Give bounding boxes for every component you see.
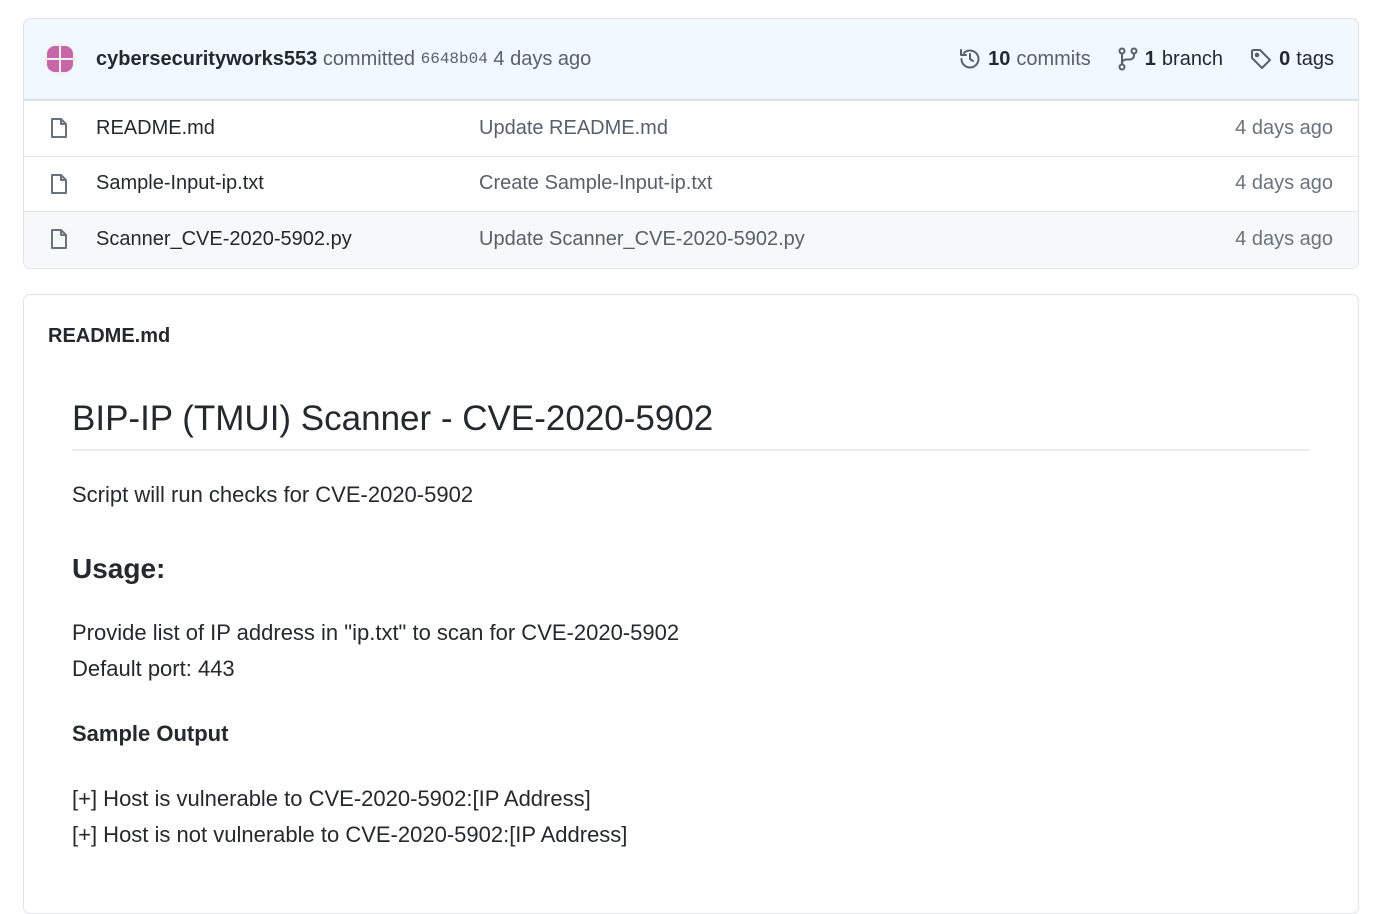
commits-label: commits [1016, 47, 1091, 70]
readme-panel: README.md BIP-IP (TMUI) Scanner - CVE-20… [23, 294, 1359, 914]
readme-filename[interactable]: README.md [48, 325, 170, 348]
file-name-link[interactable]: Sample-Input-ip.txt [96, 172, 479, 195]
file-commit-message-link[interactable]: Update README.md [479, 117, 1235, 140]
latest-commit-bar: cybersecurityworks553 committed 6648b04 … [24, 19, 1358, 100]
git-branch-icon [1118, 47, 1138, 71]
sample-output-section: [+] Host is vulnerable to CVE-2020-5902:… [72, 781, 1310, 853]
usage-line: Provide list of IP address in "ip.txt" t… [72, 620, 680, 645]
author-avatar[interactable] [44, 43, 76, 75]
commits-link[interactable]: 10 commits [958, 47, 1091, 71]
branches-link[interactable]: 1 branch [1117, 47, 1223, 71]
file-age: 4 days ago [1235, 227, 1333, 250]
commit-action-text: committed [322, 47, 416, 70]
tags-label: tags [1296, 47, 1334, 70]
commit-author-link[interactable]: cybersecurityworks553 [96, 48, 317, 71]
file-browser: cybersecurityworks553 committed 6648b04 … [23, 18, 1359, 269]
avatar-block [47, 46, 59, 58]
branches-label: branch [1161, 47, 1224, 70]
readme-intro: Script will run checks for CVE-2020-5902 [72, 482, 474, 507]
usage-heading: Usage: [72, 553, 166, 584]
tags-link[interactable]: 0 tags [1249, 47, 1334, 71]
file-age: 4 days ago [1235, 172, 1333, 195]
file-icon [50, 228, 70, 250]
avatar-block [61, 46, 73, 58]
branches-count: 1 [1144, 47, 1156, 70]
file-age: 4 days ago [1235, 116, 1333, 139]
avatar-block [47, 60, 59, 72]
sample-output-line: [+] Host is vulnerable to CVE-2020-5902:… [72, 786, 591, 811]
sample-output-heading: Sample Output [72, 721, 229, 746]
file-commit-message-link[interactable]: Create Sample-Input-ip.txt [479, 172, 1235, 195]
file-name-link[interactable]: Scanner_CVE-2020-5902.py [96, 228, 479, 251]
file-name-link[interactable]: README.md [96, 117, 479, 140]
file-row[interactable]: Sample-Input-ip.txt Create Sample-Input-… [24, 155, 1358, 212]
usage-line: Default port: 443 [72, 656, 235, 681]
file-commit-message-link[interactable]: Update Scanner_CVE-2020-5902.py [479, 228, 1235, 251]
commits-count: 10 [988, 47, 1011, 70]
commit-time: 4 days ago [493, 47, 592, 70]
tag-icon [1251, 49, 1272, 69]
readme-content: BIP-IP (TMUI) Scanner - CVE-2020-5902 Sc… [24, 399, 1358, 853]
readme-header: README.md [24, 295, 1358, 377]
file-icon [50, 173, 70, 195]
tags-count: 0 [1279, 47, 1291, 70]
commit-sha-link[interactable]: 6648b04 [421, 50, 488, 68]
sample-output-line: [+] Host is not vulnerable to CVE-2020-5… [72, 822, 628, 847]
file-row[interactable]: README.md Update README.md 4 days ago [24, 100, 1358, 156]
file-row[interactable]: Scanner_CVE-2020-5902.py Update Scanner_… [24, 211, 1358, 267]
history-icon [960, 49, 980, 69]
avatar-block [61, 60, 73, 72]
file-icon [50, 117, 70, 139]
usage-section: Provide list of IP address in "ip.txt" t… [72, 615, 1310, 687]
readme-title: BIP-IP (TMUI) Scanner - CVE-2020-5902 [72, 399, 1310, 451]
